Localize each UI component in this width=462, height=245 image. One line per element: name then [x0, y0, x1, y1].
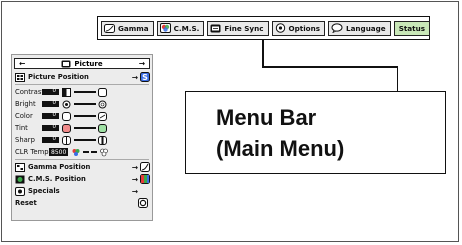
bright-label: Bright	[15, 100, 36, 108]
sharp-value-bar: 0	[42, 136, 59, 143]
tint-label: Tint	[15, 124, 28, 132]
bright-min-icon	[62, 100, 71, 108]
arrow-right-icon: →	[131, 186, 138, 196]
tab-cms-label: C.M.S.	[173, 23, 200, 33]
arrow-right-icon: →	[131, 72, 138, 82]
tint-red-icon	[62, 123, 71, 133]
sharp-label: Sharp	[15, 136, 35, 144]
specials-item[interactable]: Specials →	[15, 185, 150, 197]
tint-value-bar: 0	[42, 124, 59, 131]
arrow-right-icon: →	[131, 162, 138, 172]
clr-temp-high-icon	[100, 148, 109, 156]
clr-temp-row[interactable]: CLR Temp 8500	[15, 146, 150, 158]
color-value-bar: 0	[42, 112, 59, 119]
color-value: 0	[52, 112, 57, 119]
contrast-row[interactable]: Contrast 0	[15, 86, 150, 98]
menu-bar: Gamma C.M.S. Fine Sync Options Language	[97, 16, 430, 40]
contrast-icon	[62, 87, 71, 97]
gamma-position-label: Gamma Position	[28, 163, 91, 171]
callout-box: Menu Bar (Main Menu)	[185, 91, 446, 174]
cms-color-icon	[140, 174, 150, 184]
sharp-slider[interactable]	[74, 139, 96, 141]
divider	[15, 84, 149, 85]
panel-title: Picture	[74, 59, 103, 68]
callout-line-1: Menu Bar	[216, 105, 317, 130]
bright-value: 0	[52, 100, 57, 107]
language-icon	[331, 23, 343, 33]
tab-options[interactable]: Options	[271, 20, 325, 36]
tab-gamma[interactable]: Gamma	[101, 20, 154, 36]
tint-slider[interactable]	[74, 127, 96, 129]
tint-value: 0	[52, 124, 57, 131]
cms-position-icon	[15, 175, 25, 183]
specials-icon	[15, 186, 25, 196]
cms-position-label: C.M.S. Position	[28, 175, 86, 183]
position-icon	[15, 72, 25, 82]
tab-fine-sync-label: Fine Sync	[224, 23, 264, 33]
picture-position-label: Picture Position	[28, 73, 89, 81]
arrow-right-icon: →	[131, 174, 138, 184]
clr-temp-slider[interactable]	[83, 151, 90, 153]
picture-position-item[interactable]: Picture Position → S	[15, 71, 150, 83]
tab-fine-sync[interactable]: Fine Sync	[207, 20, 269, 36]
specials-label: Specials	[28, 187, 60, 195]
leader-line	[262, 66, 398, 68]
reset-label: Reset	[15, 199, 37, 207]
picture-icon	[61, 60, 71, 67]
gamma-position-icon	[15, 162, 25, 172]
fine-sync-icon	[210, 24, 221, 32]
cms-icon	[159, 23, 171, 33]
contrast-slider[interactable]	[74, 91, 96, 93]
tint-row[interactable]: Tint 0	[15, 122, 150, 134]
tab-cms[interactable]: C.M.S.	[156, 20, 205, 36]
leader-line	[262, 40, 264, 67]
tab-language[interactable]: Language	[328, 20, 391, 36]
tab-language-label: Language	[346, 23, 386, 33]
contrast-value: 0	[52, 88, 57, 95]
tab-options-label: Options	[288, 23, 321, 33]
svg-text:S: S	[142, 73, 148, 82]
leader-line	[396, 66, 398, 92]
tint-green-icon	[98, 123, 107, 133]
color-min-icon	[62, 111, 71, 121]
cms-position-item[interactable]: C.M.S. Position →	[15, 173, 150, 185]
gamma-position-item[interactable]: Gamma Position →	[15, 161, 150, 173]
arrow-right-icon[interactable]: →	[139, 59, 145, 68]
bright-slider[interactable]	[74, 103, 96, 105]
tab-gamma-label: Gamma	[118, 23, 149, 33]
clr-temp-slider-track	[91, 151, 98, 153]
clr-temp-value: 8500	[49, 148, 69, 156]
sharp-max-icon	[98, 135, 107, 145]
gamma-icon	[140, 162, 150, 172]
sharp-min-icon	[62, 135, 71, 145]
options-icon	[275, 23, 285, 33]
bright-max-icon	[98, 100, 107, 108]
clr-temp-low-icon	[72, 148, 80, 156]
panel-title-bar: ← Picture →	[14, 58, 150, 69]
callout-line-2: (Main Menu)	[216, 136, 345, 161]
reset-icon	[138, 198, 148, 208]
arrow-left-icon[interactable]: ←	[19, 59, 25, 68]
tab-status-label: Status	[398, 23, 425, 33]
color-label: Color	[15, 112, 33, 120]
color-max-icon	[98, 111, 107, 121]
gamma-icon	[104, 23, 115, 33]
contrast-value-bar: 0	[42, 88, 59, 95]
sharp-row[interactable]: Sharp 0	[15, 134, 150, 146]
tab-status[interactable]: Status	[393, 20, 430, 36]
divider	[15, 159, 149, 160]
clr-temp-label: CLR Temp	[15, 148, 49, 156]
contrast-max-icon	[98, 87, 107, 97]
color-slider[interactable]	[74, 115, 96, 117]
picture-menu-panel: ← Picture → Picture Position → S Contras…	[11, 54, 153, 221]
sharp-value: 0	[52, 136, 57, 143]
reset-item[interactable]: Reset	[15, 197, 150, 209]
bright-row[interactable]: Bright 0	[15, 98, 150, 110]
contrast-label: Contrast	[15, 88, 45, 96]
color-row[interactable]: Color 0	[15, 110, 150, 122]
position-select-icon: S	[140, 72, 150, 82]
bright-value-bar: 0	[42, 100, 59, 107]
